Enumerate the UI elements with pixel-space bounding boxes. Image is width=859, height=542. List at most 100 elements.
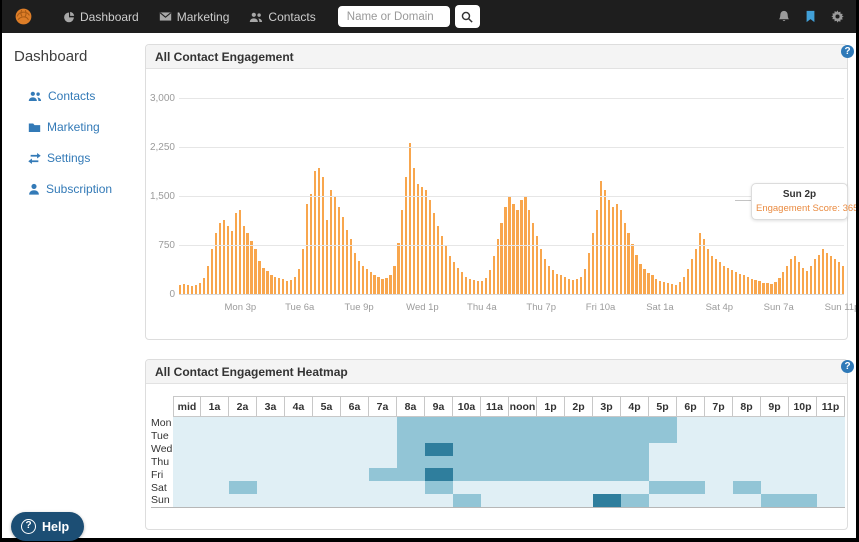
heatmap-cell[interactable] <box>313 443 341 456</box>
heatmap-cell[interactable] <box>565 443 593 456</box>
engagement-bar[interactable] <box>802 268 804 295</box>
heatmap-cell[interactable] <box>481 494 509 507</box>
engagement-bar[interactable] <box>346 230 348 295</box>
engagement-bar[interactable] <box>818 255 820 296</box>
engagement-bar[interactable] <box>723 266 725 295</box>
engagement-bar[interactable] <box>461 272 463 295</box>
heatmap-cell[interactable] <box>341 456 369 469</box>
heatmap-cell[interactable] <box>817 468 845 481</box>
heatmap-cell[interactable] <box>341 430 369 443</box>
heatmap-cell[interactable] <box>789 456 817 469</box>
heatmap-cell[interactable] <box>593 494 621 507</box>
engagement-bar[interactable] <box>711 256 713 295</box>
engagement-bar[interactable] <box>758 281 760 295</box>
heatmap-cell[interactable] <box>565 456 593 469</box>
engagement-bar[interactable] <box>223 220 225 295</box>
engagement-bar[interactable] <box>211 249 213 295</box>
heatmap-cell[interactable] <box>649 443 677 456</box>
engagement-bar[interactable] <box>659 281 661 295</box>
heatmap-cell[interactable] <box>453 494 481 507</box>
engagement-bar[interactable] <box>616 204 618 295</box>
heatmap-cell[interactable] <box>481 456 509 469</box>
heatmap-cell[interactable] <box>257 494 285 507</box>
engagement-bar[interactable] <box>707 249 709 295</box>
engagement-bar[interactable] <box>647 273 649 295</box>
heatmap-cell[interactable] <box>201 456 229 469</box>
heatmap-cell[interactable] <box>649 481 677 494</box>
engagement-bar[interactable] <box>798 262 800 295</box>
heatmap-cell[interactable] <box>285 430 313 443</box>
engagement-bar[interactable] <box>330 190 332 295</box>
heatmap-cell[interactable] <box>509 456 537 469</box>
heatmap-cell[interactable] <box>621 417 649 430</box>
heatmap-cell[interactable] <box>509 443 537 456</box>
engagement-bar[interactable] <box>318 168 320 295</box>
sidebar-item-contacts[interactable]: Contacts <box>28 89 145 103</box>
heatmap-cell[interactable] <box>621 430 649 443</box>
heatmap-cell[interactable] <box>425 417 453 430</box>
heatmap-cell[interactable] <box>257 468 285 481</box>
engagement-bar[interactable] <box>508 197 510 295</box>
engagement-bar[interactable] <box>540 249 542 295</box>
heatmap-cell[interactable] <box>173 430 201 443</box>
heatmap-cell[interactable] <box>313 481 341 494</box>
search-input[interactable] <box>338 6 450 27</box>
heatmap-cell[interactable] <box>257 430 285 443</box>
engagement-bar[interactable] <box>592 233 594 295</box>
engagement-bar[interactable] <box>822 249 824 295</box>
heatmap-cell[interactable] <box>369 430 397 443</box>
heatmap-cell[interactable] <box>201 430 229 443</box>
engagement-bar[interactable] <box>635 255 637 296</box>
engagement-bar[interactable] <box>286 281 288 295</box>
engagement-bar[interactable] <box>231 231 233 295</box>
engagement-bar[interactable] <box>643 269 645 295</box>
engagement-bar[interactable] <box>790 259 792 295</box>
nav-item-contacts[interactable]: Contacts <box>249 10 315 24</box>
engagement-bar[interactable] <box>469 279 471 295</box>
heatmap-cell[interactable] <box>481 417 509 430</box>
engagement-bar[interactable] <box>548 266 550 295</box>
heatmap-cell[interactable] <box>817 456 845 469</box>
engagement-bar[interactable] <box>246 233 248 295</box>
heatmap-cell[interactable] <box>509 468 537 481</box>
sidebar-item-settings[interactable]: Settings <box>28 151 145 165</box>
heatmap-cell[interactable] <box>705 456 733 469</box>
heatmap-cell[interactable] <box>173 494 201 507</box>
heatmap-cell[interactable] <box>229 494 257 507</box>
engagement-bar[interactable] <box>358 261 360 295</box>
heatmap-cell[interactable] <box>621 468 649 481</box>
engagement-bar[interactable] <box>449 256 451 295</box>
engagement-bar[interactable] <box>600 181 602 295</box>
engagement-bar[interactable] <box>838 262 840 295</box>
heatmap-cell[interactable] <box>425 481 453 494</box>
heatmap-cell[interactable] <box>229 468 257 481</box>
heatmap-cell[interactable] <box>677 456 705 469</box>
heatmap-cell[interactable] <box>649 468 677 481</box>
heatmap-cell[interactable] <box>761 481 789 494</box>
engagement-bar[interactable] <box>250 241 252 295</box>
engagement-bar[interactable] <box>362 266 364 295</box>
engagement-bar[interactable] <box>814 259 816 295</box>
engagement-bar[interactable] <box>747 277 749 295</box>
heatmap-cell[interactable] <box>481 430 509 443</box>
heatmap-cell[interactable] <box>341 494 369 507</box>
heatmap-cell[interactable] <box>733 417 761 430</box>
engagement-bar[interactable] <box>584 269 586 295</box>
heatmap-cell[interactable] <box>285 468 313 481</box>
heatmap-cell[interactable] <box>677 430 705 443</box>
engagement-bar[interactable] <box>338 207 340 295</box>
heatmap-cell[interactable] <box>229 443 257 456</box>
heatmap-cell[interactable] <box>257 481 285 494</box>
engagement-bar[interactable] <box>580 277 582 295</box>
heatmap-cell[interactable] <box>789 417 817 430</box>
engagement-bar[interactable] <box>528 210 530 295</box>
engagement-bar[interactable] <box>703 239 705 295</box>
heatmap-cell[interactable] <box>593 417 621 430</box>
heatmap-cell[interactable] <box>593 481 621 494</box>
heatmap-cell[interactable] <box>789 430 817 443</box>
engagement-bar[interactable] <box>409 143 411 295</box>
heatmap-cell[interactable] <box>705 430 733 443</box>
heatmap-cell[interactable] <box>425 443 453 456</box>
heatmap-cell[interactable] <box>677 468 705 481</box>
heatmap-cell[interactable] <box>789 481 817 494</box>
